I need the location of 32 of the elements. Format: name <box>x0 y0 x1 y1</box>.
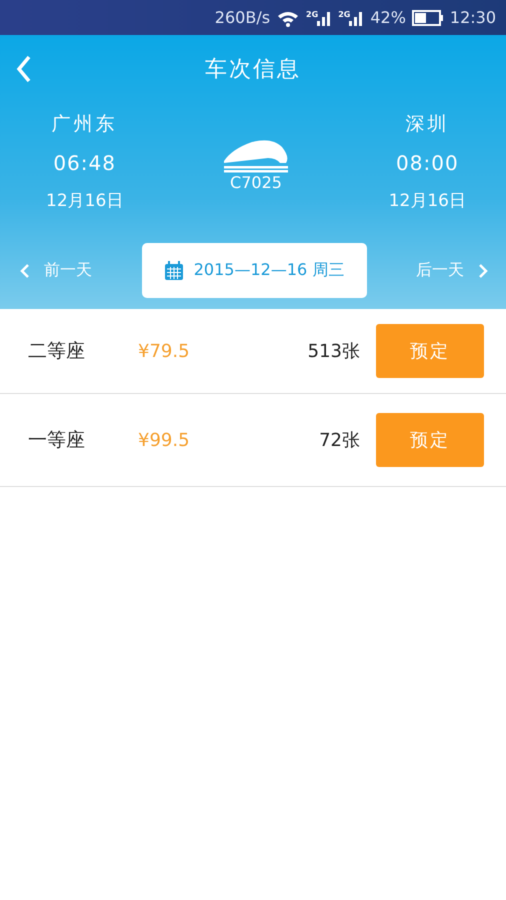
book-button[interactable]: 预定 <box>376 413 484 467</box>
book-button[interactable]: 预定 <box>376 324 484 378</box>
arrival-date: 12月16日 <box>388 190 466 212</box>
network-type-label: 2G <box>306 10 318 18</box>
seat-class: 二等座 <box>28 339 86 364</box>
ticket-count: 72张 <box>319 429 360 452</box>
network-speed: 260B/s <box>214 8 270 27</box>
signal-icon <box>316 10 332 26</box>
seat-class: 一等座 <box>28 428 86 453</box>
calendar-icon <box>164 260 184 280</box>
battery-percent: 42% <box>370 8 406 27</box>
departure-date: 12月16日 <box>46 190 124 212</box>
page-title: 车次信息 <box>205 56 301 84</box>
seat-price: ¥79.5 <box>138 340 191 362</box>
date-picker[interactable]: 2015—12—16 周三 <box>142 243 366 298</box>
departure-time: 06:48 <box>53 151 116 175</box>
train-number: C7025 <box>230 173 282 192</box>
arrival-station: 深圳 <box>405 112 450 137</box>
next-day-button[interactable]: 后一天 <box>416 260 488 281</box>
seat-price: ¥99.5 <box>138 430 191 450</box>
back-icon <box>16 55 32 83</box>
network-type-label: 2G <box>338 10 350 18</box>
departure-station: 广州东 <box>52 112 118 137</box>
battery-icon <box>412 10 444 26</box>
chevron-right-icon <box>478 264 488 278</box>
back-button[interactable] <box>16 55 32 83</box>
arrival-time: 08:00 <box>396 151 459 175</box>
ticket-count: 513张 <box>308 340 360 363</box>
previous-day-button[interactable]: 前一天 <box>20 260 92 281</box>
chevron-left-icon <box>20 264 30 278</box>
signal-icon <box>348 10 364 26</box>
clock: 12:30 <box>450 8 496 27</box>
